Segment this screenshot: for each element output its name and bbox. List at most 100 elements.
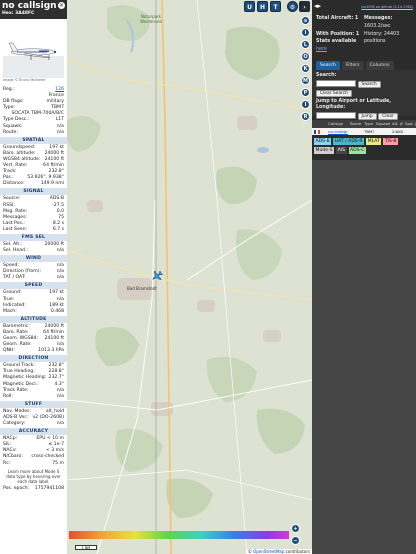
table-header-cell[interactable]: Type — [362, 120, 374, 128]
messages-label: Messages: — [364, 16, 393, 21]
aircraft-marker-icon[interactable] — [151, 270, 163, 282]
toggle-sidebar-arrow-icon[interactable]: › — [299, 1, 310, 12]
table-header-cell[interactable]: Route — [348, 120, 362, 128]
info-value: 6.7 s — [52, 226, 64, 232]
info-row: TAT / OAT: n/a — [0, 275, 67, 281]
attribution-suffix: contributors — [285, 549, 310, 554]
map-button-t[interactable]: T — [270, 1, 281, 12]
table-header-cell[interactable]: Spd. (kt) — [403, 120, 416, 128]
clear-search-button[interactable]: Clear Search — [316, 89, 352, 97]
collapse-sidebar-arrow-icon[interactable]: ◂▸ — [314, 2, 321, 10]
map-button-l[interactable]: L — [301, 40, 310, 49]
map-button-center-icon[interactable]: ⊙ — [301, 16, 310, 25]
info-label: Distance: — [3, 181, 25, 187]
version-link[interactable]: tar1090 on github (3.14.1762) — [361, 5, 413, 9]
flag-icon — [312, 128, 326, 135]
attribution-prefix: © — [247, 549, 252, 554]
info-value: 149.9 nmi — [40, 181, 64, 187]
info-value: n/a — [56, 275, 64, 281]
table-header-cell[interactable]: Squawk — [374, 120, 390, 128]
map-button-u[interactable]: U — [244, 1, 255, 12]
sidebar-panel: ◂▸ tar1090 on github (3.14.1762) Total A… — [312, 0, 416, 554]
stats-here-link[interactable]: here — [316, 47, 364, 53]
jump-input[interactable] — [316, 112, 356, 120]
legend-ads-b[interactable]: ADS-B — [314, 137, 332, 145]
section-header[interactable]: FMS SEL — [0, 233, 67, 241]
zoom-in-button[interactable]: + — [291, 524, 300, 533]
table-header-cell[interactable]: Alt. (ft) — [390, 120, 403, 128]
section-header[interactable]: SPEED — [0, 282, 67, 290]
info-value: 1013.3 hPa — [38, 348, 64, 354]
info-value: n/a — [56, 248, 64, 254]
search-panel: Search: Search Clear Search Jump to Airp… — [312, 69, 416, 121]
tab-filters[interactable]: Filters — [341, 60, 364, 70]
map-park-label: Naturpark Westensee — [140, 14, 162, 24]
section-header[interactable]: ACCURACY — [0, 428, 67, 436]
map-button-m[interactable]: M — [301, 76, 310, 85]
map-view[interactable]: Bad Bramstedt Naturpark Westensee U H T … — [67, 0, 312, 554]
tab-search[interactable]: Search — [316, 60, 340, 70]
section-header[interactable]: SIGNAL — [0, 188, 67, 196]
total-aircraft: Total Aircraft: 1 — [316, 16, 359, 21]
section-header[interactable]: SPATIAL — [0, 136, 67, 144]
table-cell-route — [348, 128, 362, 135]
section-header[interactable]: STUFF — [0, 400, 67, 408]
map-button-info-icon[interactable]: i — [301, 28, 310, 37]
close-icon[interactable]: ✕ — [58, 2, 65, 9]
table-cell-callsign[interactable]: no callsign — [326, 128, 348, 135]
jump-label: Jump to Airport or Latitude, Longitude: — [316, 98, 392, 110]
info-value: n/a — [56, 129, 64, 135]
info-value: 75 m — [52, 460, 64, 466]
aircraft-info-panel: no callsign Hex: 3A48FC ✕ Image © Bruno … — [0, 0, 67, 554]
aircraft-photo[interactable] — [3, 22, 64, 78]
info-row: Route: n/a — [0, 130, 67, 136]
info-label: Category: — [3, 421, 26, 427]
section-header[interactable]: DIRECTION — [0, 355, 67, 363]
info-row: Mach: 0.468 — [0, 309, 67, 315]
source-legend: ADS-B UAT / ADS-R MLAT TIS-B Mode-S AIS … — [312, 135, 416, 154]
mode-s-help-note: Learn more about Mode S data type by hov… — [6, 468, 61, 484]
info-row: Sel. Head.: n/a — [0, 248, 67, 254]
info-value: n/a — [56, 393, 64, 399]
table-header-cell[interactable] — [312, 120, 326, 128]
info-row: Roll: n/a — [0, 394, 67, 400]
sidebar-empty-area — [312, 160, 416, 554]
zoom-out-button[interactable]: − — [291, 536, 300, 545]
aircraft-header: no callsign Hex: 3A48FC ✕ — [0, 0, 67, 19]
stats-block: Total Aircraft: 1 Messages: 1603.2/sec W… — [312, 12, 416, 53]
aircraft-hex: Hex: 3A48FC — [2, 11, 35, 16]
info-value: n/a — [56, 421, 64, 427]
map-scale-bar: 1 NM — [75, 545, 97, 550]
table-header-cell[interactable]: Callsign — [326, 120, 348, 128]
table-cell-squawk — [374, 128, 390, 135]
map-button-k[interactable]: K — [301, 64, 310, 73]
map-button-i[interactable]: I — [301, 100, 310, 109]
section-header[interactable]: WIND — [0, 255, 67, 263]
map-button-p[interactable]: P — [301, 88, 310, 97]
settings-gear-icon[interactable]: ⚙ — [287, 1, 298, 12]
table-cell-altitude: 24000 — [392, 128, 403, 134]
map-place-label: Bad Bramstedt — [127, 286, 157, 291]
map-button-r[interactable]: R — [301, 112, 310, 121]
history-count: History: 24403 — [364, 31, 400, 37]
info-label: TAT / OAT: — [3, 275, 26, 281]
map-tiles[interactable] — [67, 0, 312, 554]
map-button-o[interactable]: O — [301, 52, 310, 61]
legend-tis-b[interactable]: TIS-B — [383, 137, 399, 145]
info-label: Rc: — [3, 460, 11, 466]
table-row[interactable]: no callsign TBM7 24000 — [312, 127, 416, 135]
legend-ais[interactable]: AIS — [336, 146, 347, 154]
legend-uat-ads-r[interactable]: UAT / ADS-R — [333, 137, 365, 145]
search-input[interactable] — [316, 79, 356, 87]
legend-mode-s[interactable]: Mode-S — [314, 146, 335, 154]
legend-mlat[interactable]: MLAT — [366, 137, 382, 145]
openstreetmap-link[interactable]: OpenStreetMap — [253, 549, 284, 554]
map-button-h[interactable]: H — [257, 1, 268, 12]
sidebar-tabs: Search Filters Columns — [316, 60, 416, 70]
info-label: Sel. Head.: — [3, 248, 28, 254]
tab-columns[interactable]: Columns — [365, 60, 394, 70]
legend-ads-c[interactable]: ADS-C — [348, 146, 366, 154]
info-row: QNH: 1013.3 hPa — [0, 348, 67, 354]
section-header[interactable]: ALTITUDE — [0, 315, 67, 323]
search-button[interactable]: Search — [357, 80, 381, 88]
